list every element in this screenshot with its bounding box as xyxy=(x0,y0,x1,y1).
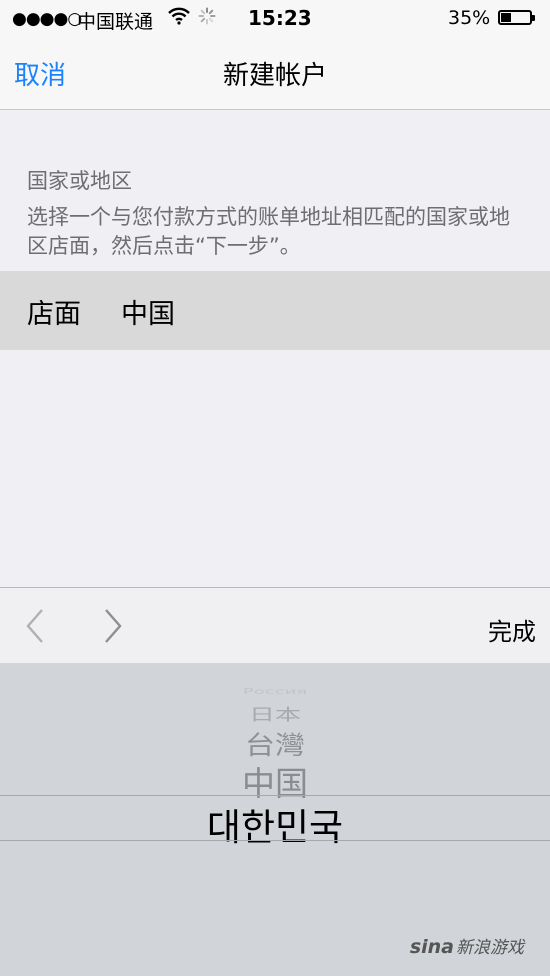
store-label: 店面 xyxy=(27,299,81,330)
picker-option-selected[interactable]: 대한민국 xyxy=(0,797,550,851)
page-title: 新建帐户 xyxy=(222,61,327,91)
section-title: 国家或地区 xyxy=(27,169,132,193)
store-value: 中国 xyxy=(121,299,175,330)
chevron-left-icon[interactable] xyxy=(22,606,52,646)
status-time: 15:23 xyxy=(248,6,312,30)
watermark-brand: sina xyxy=(409,936,454,958)
watermark: sina 新浪游戏 xyxy=(410,933,524,958)
carrier-name: 中国联通 xyxy=(77,11,154,33)
battery-nub xyxy=(532,15,535,21)
store-row[interactable]: 店面 中国 xyxy=(0,271,550,350)
picker-selection-line-bottom xyxy=(0,840,550,841)
picker-option[interactable]: 日本 xyxy=(0,702,550,725)
signal-strength: ●●●●○ xyxy=(12,9,82,29)
country-picker[interactable]: Россия 日本 台灣 中国 대한민국 sina 新浪游戏 xyxy=(0,663,550,976)
picker-option[interactable]: Россия xyxy=(0,687,550,696)
navigation-bar: 新建帐户 取消 xyxy=(0,40,550,110)
section-description: 选择一个与您付款方式的账单地址相匹配的国家或地区店面，然后点击“下一步”。 xyxy=(27,205,510,258)
battery-percent: 35% xyxy=(448,7,491,29)
activity-spinner-icon xyxy=(198,7,216,30)
watermark-text: 新浪游戏 xyxy=(456,938,524,958)
cancel-button[interactable]: 取消 xyxy=(14,55,66,92)
picker-toolbar: 完成 xyxy=(0,587,550,663)
chevron-right-icon[interactable] xyxy=(98,606,128,646)
wifi-icon xyxy=(168,6,190,31)
done-button[interactable]: 完成 xyxy=(488,612,536,647)
battery-icon xyxy=(498,10,535,25)
battery-fill xyxy=(501,13,511,22)
status-bar: ●●●●○ 中国联通 15:23 35% xyxy=(0,0,550,40)
picker-selection-line-top xyxy=(0,795,550,796)
